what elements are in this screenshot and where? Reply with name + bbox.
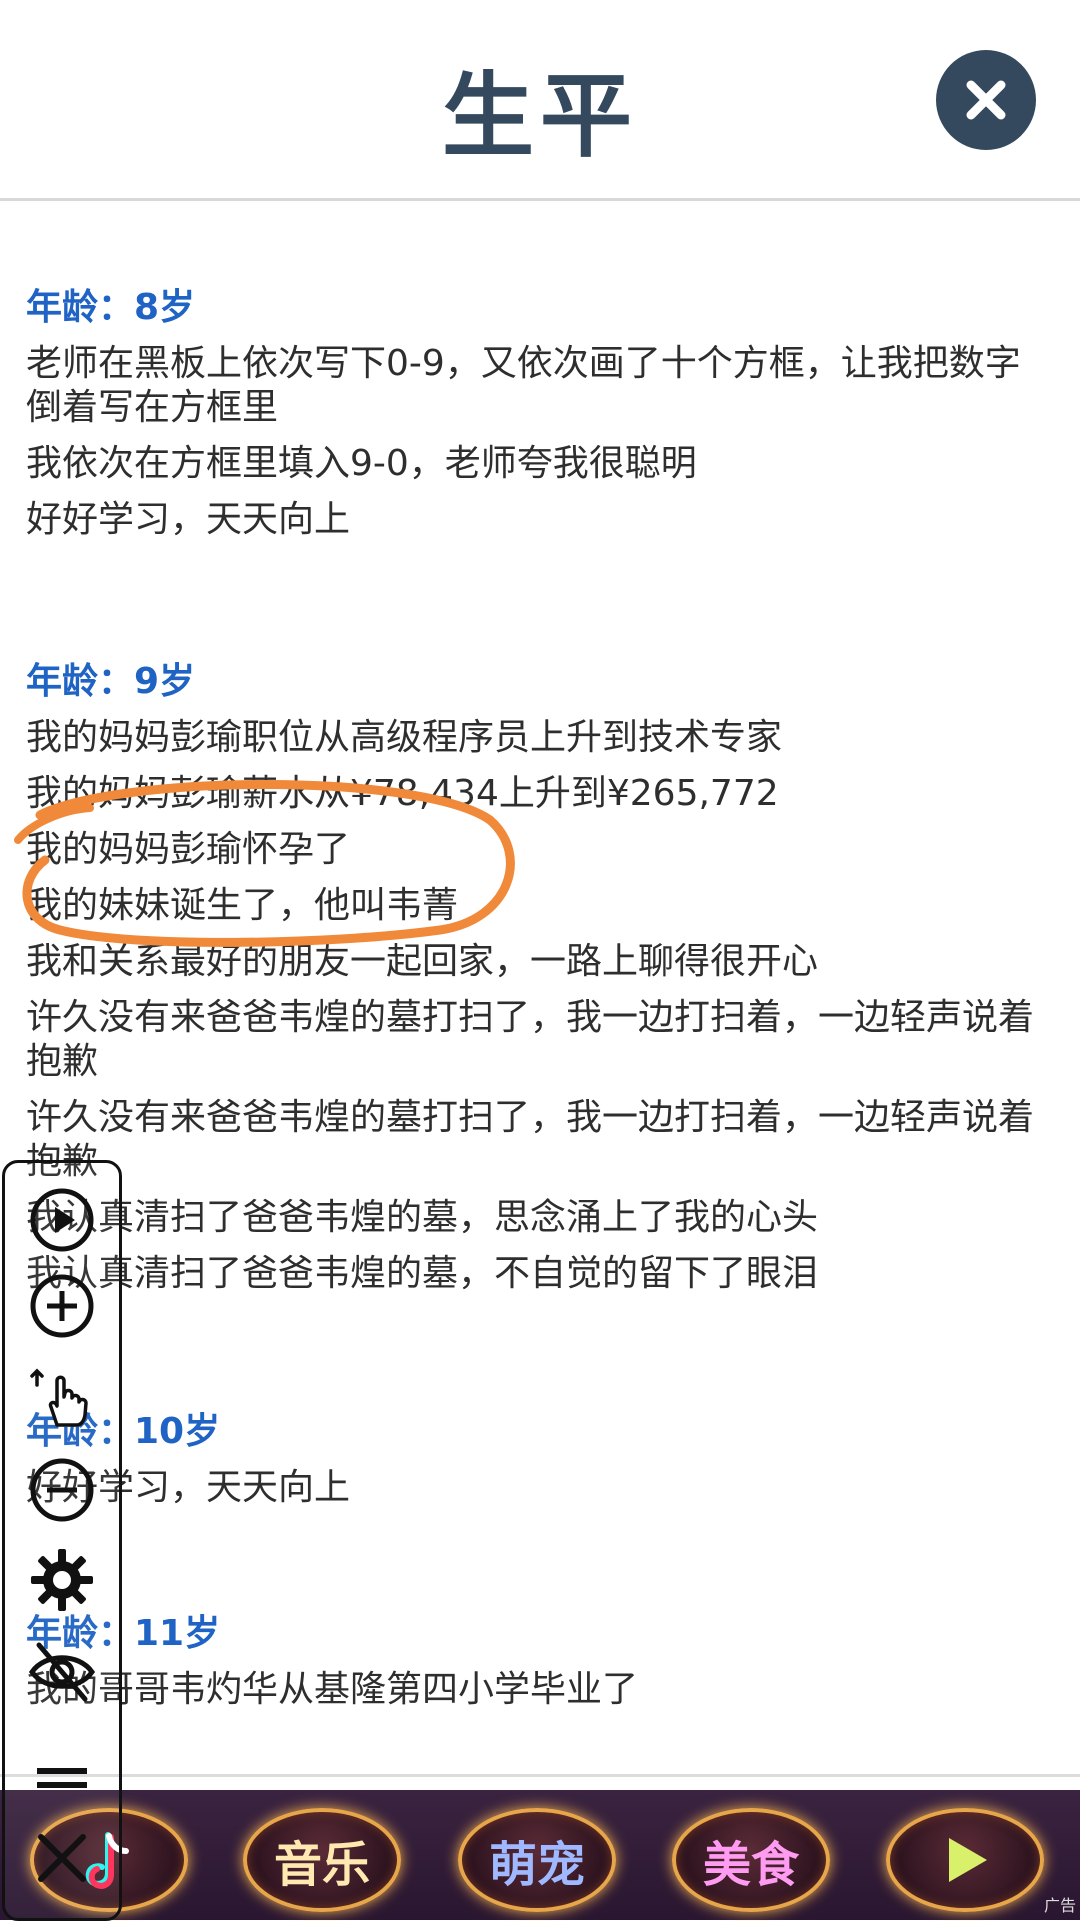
settings-button[interactable] (27, 1545, 97, 1615)
touch-button[interactable] (27, 1363, 97, 1433)
hide-button[interactable] (27, 1637, 97, 1707)
event-line: 好好学习，天天向上 (26, 499, 351, 540)
menu-icon (37, 1768, 87, 1788)
event-line: 我认真清扫了爸爸韦煌的墓，不自觉的留下了眼泪 (26, 1253, 819, 1294)
hand-pointer-icon (30, 1368, 88, 1427)
age-label: 年龄：10岁 (26, 1411, 221, 1452)
zoom-out-icon (30, 1458, 94, 1522)
close-icon (966, 80, 1006, 120)
ad-button-play[interactable] (886, 1808, 1044, 1912)
play-triangle-icon (949, 1838, 987, 1882)
age-label: 年龄：11岁 (26, 1613, 221, 1654)
ad-tag: 广告 (1043, 1896, 1076, 1915)
zoom-out-button[interactable] (27, 1455, 97, 1525)
event-line: 我的妈妈彭瑜薪水从¥78,434上升到¥265,772 (26, 773, 779, 814)
play-button[interactable] (27, 1185, 97, 1255)
event-line: 好好学习，天天向上 (26, 1467, 351, 1508)
age-section-10: 年龄：10岁 好好学习，天天向上 (26, 1296, 1056, 1510)
zoom-in-icon (30, 1274, 94, 1338)
floating-toolbar (2, 1160, 122, 1921)
event-line: 许久没有来爸爸韦煌的墓打扫了，我一边打扫着，一边轻声说着抱歉 (26, 997, 1035, 1082)
ad-button-food[interactable]: 美食 (672, 1808, 830, 1912)
event-line: 我和关系最好的朋友一起回家，一路上聊得很开心 (26, 941, 819, 982)
event-line: 我认真清扫了爸爸韦煌的墓，思念涌上了我的心头 (26, 1197, 819, 1238)
page-title: 生平 (441, 63, 638, 170)
event-line: 我的妈妈彭瑜怀孕了 (26, 829, 351, 870)
zoom-in-button[interactable] (27, 1271, 97, 1341)
close-button[interactable] (936, 50, 1036, 150)
event-line: 我的哥哥韦灼华从基隆第四小学毕业了 (26, 1669, 639, 1710)
close-toolbar-button[interactable] (27, 1823, 97, 1893)
age-section-11: 年龄：11岁 我的哥哥韦灼华从基隆第四小学毕业了 (26, 1510, 1056, 1712)
ad-button-music[interactable]: 音乐 (243, 1808, 401, 1912)
ad-banner[interactable]: 音乐 萌宠 美食 广告 (0, 1790, 1080, 1920)
close-icon (38, 1834, 86, 1882)
event-line: 许久没有来爸爸韦煌的墓打扫了，我一边打扫着，一边轻声说着抱歉 (26, 1097, 1035, 1182)
age-label: 年龄：9岁 (26, 661, 196, 702)
age-section-9: 年龄：9岁 我的妈妈彭瑜职位从高级程序员上升到技术专家 我的妈妈彭瑜薪水从¥78… (26, 542, 1056, 1296)
event-line: 老师在黑板上依次写下0-9，又依次画了十个方框，让我把数字倒着写在方框里 (26, 343, 1021, 428)
divider (0, 1774, 1080, 1777)
event-line: 我依次在方框里填入9-0，老师夸我很聪明 (26, 443, 697, 484)
header: 生平 (0, 0, 1080, 201)
age-label: 年龄：8岁 (26, 287, 196, 328)
event-line: 我的妹妹诞生了，他叫韦菁 (26, 885, 459, 926)
age-section-8: 年龄：8岁 老师在黑板上依次写下0-9，又依次画了十个方框，让我把数字倒着写在方… (26, 200, 1056, 542)
life-log: 年龄：8岁 老师在黑板上依次写下0-9，又依次画了十个方框，让我把数字倒着写在方… (26, 200, 1056, 1712)
event-line: 我的妈妈彭瑜职位从高级程序员上升到技术专家 (26, 717, 783, 758)
play-icon (30, 1188, 94, 1252)
ad-button-pets[interactable]: 萌宠 (458, 1808, 616, 1912)
gear-icon (31, 1549, 93, 1611)
menu-button[interactable] (27, 1743, 97, 1813)
eye-off-icon (28, 1642, 96, 1702)
